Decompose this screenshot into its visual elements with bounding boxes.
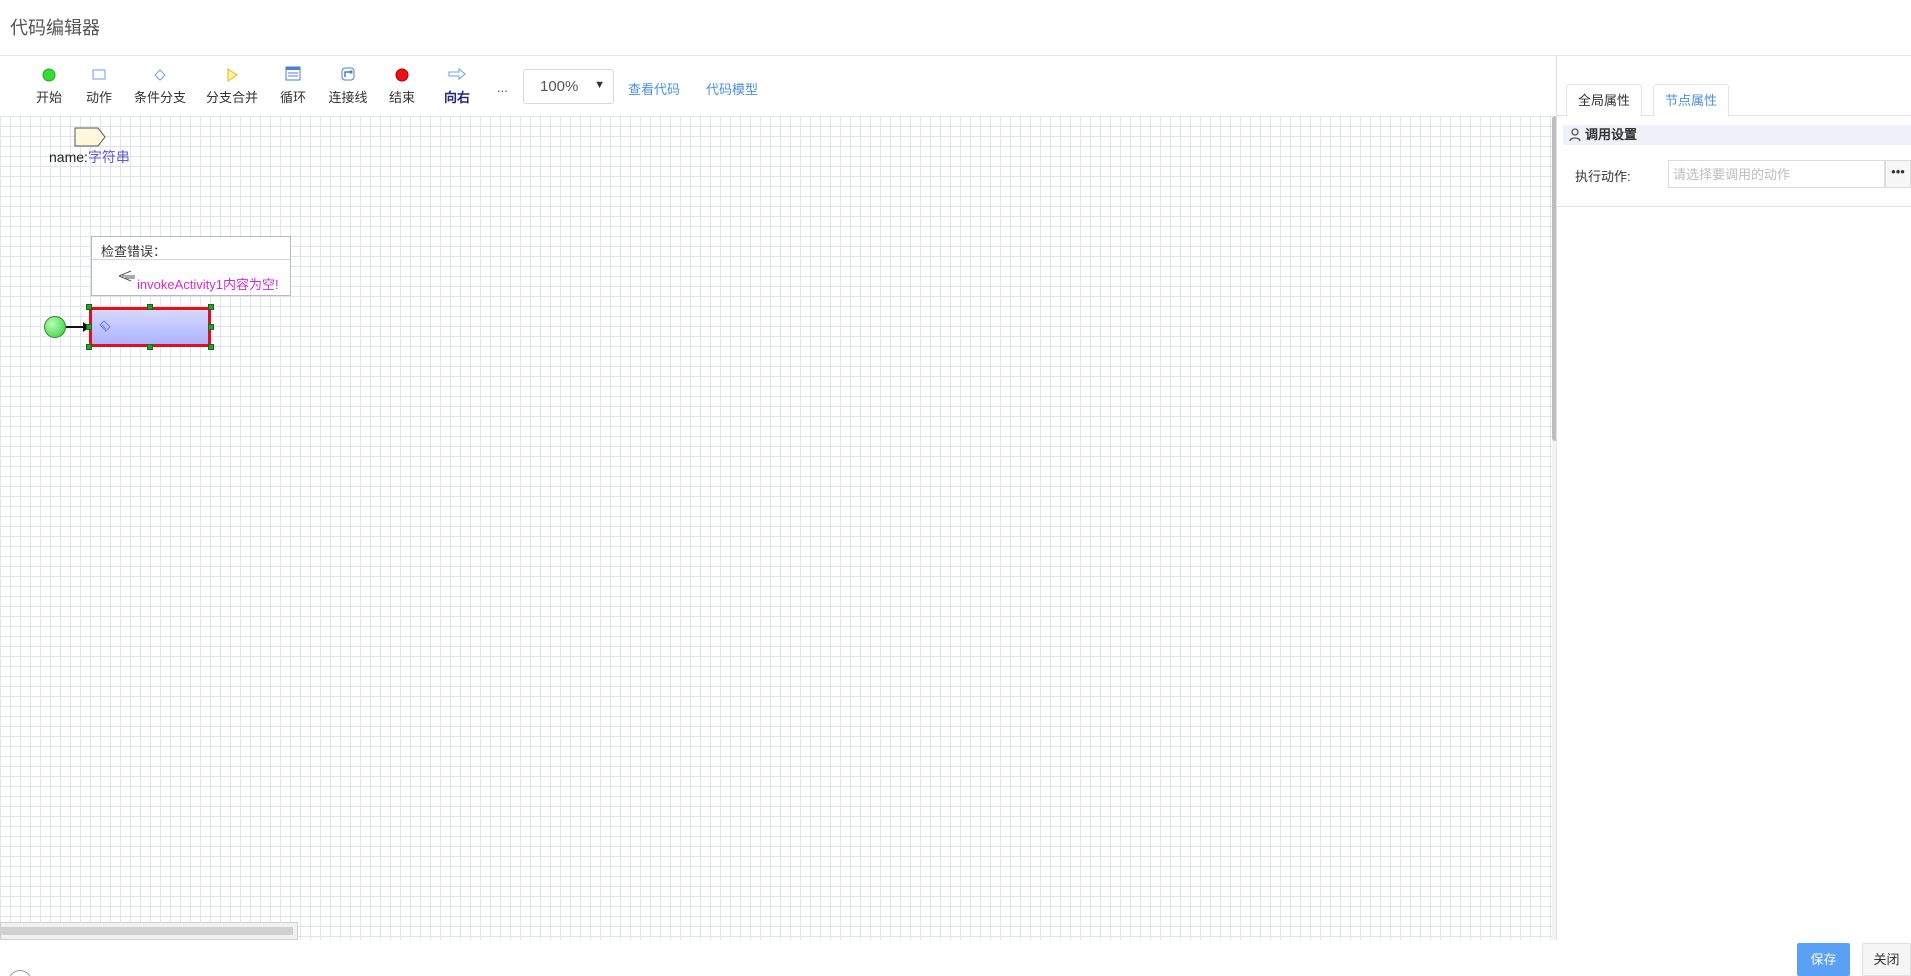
tool-merge[interactable]: 分支合并 [205,64,259,110]
resize-handle[interactable] [147,304,153,310]
invoke-activity-node[interactable] [89,307,211,347]
connector-line[interactable] [66,322,90,332]
code-model-link[interactable]: 代码模型 [706,79,758,98]
start-circle-icon [34,64,64,84]
tool-start[interactable]: 开始 [34,64,64,110]
tool-action-label: 动作 [85,90,112,105]
browse-action-button[interactable]: ••• [1885,160,1911,188]
resize-handle[interactable] [86,344,92,350]
tool-start-label: 开始 [35,90,62,105]
tool-loop-label: 循环 [279,90,306,105]
merge-triangle-icon [205,64,259,84]
tool-condition[interactable]: 条件分支 [133,64,187,110]
flow-canvas[interactable]: name:字符串 检查错误： invokeActivity1内容为空! [0,116,1552,940]
invoke-icon [98,319,112,336]
error-message: invokeActivity1内容为空! [137,277,279,292]
arrow-right-icon [442,64,472,84]
divider [1557,206,1911,207]
connect-icon [328,64,368,84]
resize-handle[interactable] [147,344,153,350]
parameter-shape-icon[interactable] [74,126,106,148]
parameter-name: name: [49,149,88,165]
parameter-label: name:字符串 [49,147,130,167]
title-bar: 代码编辑器 [0,0,1911,56]
zoom-value: 100% [540,78,579,95]
parameter-type: 字符串 [87,149,130,165]
footer: 保存 关闭 [0,940,1911,976]
tool-loop[interactable]: 循环 [278,64,308,110]
corner-circle-icon [8,970,32,976]
tool-end-label: 结束 [388,90,415,105]
user-icon [1569,128,1581,142]
condition-diamond-icon [133,64,187,84]
action-rect-icon [84,64,114,84]
view-code-link[interactable]: 查看代码 [628,79,680,98]
resize-handle[interactable] [86,324,92,330]
error-check-box: 检查错误： invokeActivity1内容为空! [91,236,291,296]
execute-action-input[interactable] [1668,160,1885,188]
tool-connect-label: 连接线 [328,90,368,105]
code-editor-window: 代码编辑器 开始 动作 条件分支 分支合并 循环 连接线 结束 向右 ... 1… [0,0,1911,976]
tool-direction-right[interactable]: 向右 [442,64,472,110]
section-title: 调用设置 [1585,127,1638,142]
toolbar: 开始 动作 条件分支 分支合并 循环 连接线 结束 向右 ... 100% ▼ … [0,56,1555,116]
tool-condition-label: 条件分支 [133,90,186,105]
window-title: 代码编辑器 [10,18,100,38]
tool-direction-right-label: 向右 [443,90,470,105]
canvas-horizontal-scrollbar[interactable] [0,922,298,940]
tool-action[interactable]: 动作 [84,64,114,110]
section-header: 调用设置 [1563,125,1911,145]
tab-global-properties[interactable]: 全局属性 [1566,84,1643,116]
end-circle-icon [387,64,417,84]
chevron-down-icon: ▼ [594,79,605,91]
resize-handle[interactable] [86,304,92,310]
tool-connect[interactable]: 连接线 [328,64,368,110]
more-tools-button[interactable]: ... [497,80,508,95]
save-button[interactable]: 保存 [1797,943,1850,976]
zoom-select[interactable]: 100% ▼ [523,69,614,104]
properties-tabs: 全局属性 节点属性 [1557,84,1911,117]
resize-handle[interactable] [208,304,214,310]
tab-node-properties[interactable]: 节点属性 [1653,84,1730,117]
execute-action-label: 执行动作: [1575,169,1631,184]
close-button[interactable]: 关闭 [1862,943,1911,976]
tool-merge-label: 分支合并 [205,90,258,105]
send-icon [118,270,136,285]
tool-end[interactable]: 结束 [387,64,417,110]
resize-handle[interactable] [208,324,214,330]
start-node[interactable] [44,316,66,338]
scrollbar-thumb[interactable] [1,927,293,935]
resize-handle[interactable] [208,344,214,350]
loop-icon [278,64,308,84]
error-check-title: 检查错误： [92,237,290,260]
properties-panel: 全局属性 节点属性 调用设置 执行动作: ••• [1556,56,1911,940]
